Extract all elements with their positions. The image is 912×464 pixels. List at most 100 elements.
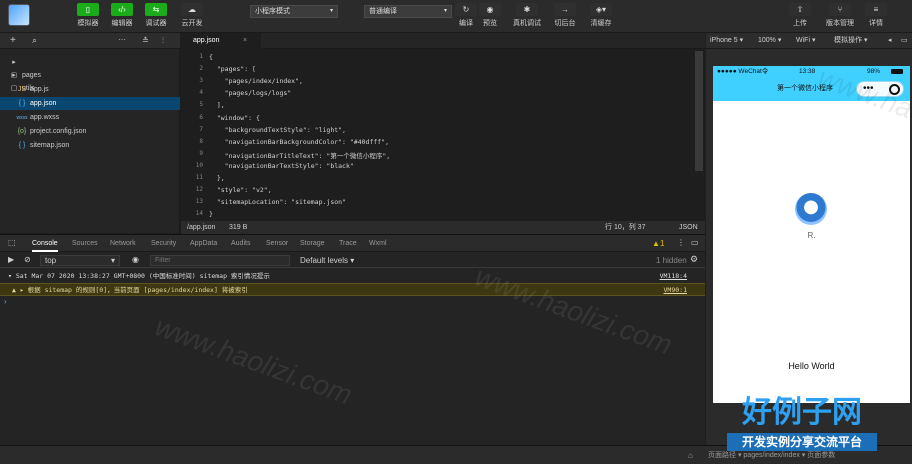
log-source-link[interactable]: VM90:1 — [664, 284, 687, 297]
tab-app-json[interactable]: app.json × — [181, 33, 261, 49]
dock-icon[interactable]: ▭ — [691, 238, 699, 247]
gear-icon[interactable]: ⚙ — [690, 254, 698, 265]
code-line[interactable]: }, — [209, 174, 225, 182]
console-log-row[interactable]: ▾ Sat Mar 07 2020 13:38:27 GMT+0800 (中国标… — [0, 270, 705, 283]
warning-icon[interactable]: ▲ — [652, 239, 660, 248]
file-item-app-wxss[interactable]: wxss app.wxss — [0, 111, 180, 124]
console-warning-row[interactable]: ▲ ▸ 根据 sitemap 的规则[0]，当前页面 [pages/index/… — [0, 283, 705, 296]
levels-select[interactable]: Default levels ▾ — [300, 256, 354, 265]
prompt-icon[interactable]: › — [4, 297, 7, 306]
tab-wxml[interactable]: Wxml — [369, 235, 387, 252]
cursor-position[interactable]: 行 10，列 37 — [605, 221, 645, 234]
volume-icon[interactable]: ◂ — [888, 33, 892, 49]
device-select[interactable]: iPhone 5 ▾ — [710, 33, 743, 49]
tab-security[interactable]: Security — [151, 235, 176, 252]
phone-screen[interactable]: ●●●●● WeChat令 13:38 98% 第一个微信小程序 ••• R. … — [713, 62, 912, 403]
tab-network[interactable]: Network — [110, 235, 136, 252]
devtools-panel: ⬚ Console Sources Network Security AppDa… — [0, 234, 705, 445]
more-icon[interactable]: ••• — [863, 77, 874, 101]
filter-input[interactable] — [150, 255, 290, 266]
hidden-count: 1 hidden — [656, 256, 687, 265]
file-item-project-config[interactable]: {o} project.config.json — [0, 125, 180, 138]
file-item-utils[interactable]: ▸ ▢ utils — [0, 69, 180, 92]
file-label: app.json — [29, 100, 57, 107]
context-select[interactable]: top ▾ — [40, 255, 120, 266]
add-icon[interactable]: + — [10, 35, 16, 46]
dock-icon[interactable]: ▭ — [901, 33, 908, 49]
code-line[interactable]: { — [209, 53, 213, 61]
tab-sensor[interactable]: Sensor — [266, 235, 288, 252]
button-label: 上传 — [793, 20, 807, 27]
code-icon: ‹/› — [111, 3, 133, 16]
more-icon[interactable]: ··· — [118, 35, 126, 44]
file-item-pages[interactable]: ▸ ▢ pages — [0, 56, 180, 79]
user-avatar[interactable] — [8, 4, 30, 26]
simulator-toggle-button[interactable]: ▯ 模拟器 — [70, 3, 106, 31]
branch-icon: ⑂ — [829, 3, 851, 16]
remote-debug-button[interactable]: ✱ 真机调试 — [509, 3, 545, 31]
sidebar-icon[interactable]: ▶ — [8, 255, 14, 264]
tab-sources[interactable]: Sources — [72, 235, 98, 252]
js-file-icon: JS — [17, 86, 27, 93]
editor-toggle-button[interactable]: ‹/› 编辑器 — [104, 3, 140, 31]
file-item-app-js[interactable]: JS app.js — [0, 83, 180, 96]
details-button[interactable]: ≡ 详情 — [858, 3, 894, 31]
tab-audits[interactable]: Audits — [231, 235, 250, 252]
code-line[interactable]: ], — [209, 101, 225, 109]
tab-storage[interactable]: Storage — [300, 235, 325, 252]
zoom-select[interactable]: 100% ▾ — [758, 33, 781, 49]
more-vertical-icon[interactable]: ⋮ — [677, 238, 685, 247]
compile-select[interactable]: 普通编译 ▾ — [364, 5, 452, 18]
mini-program-capsule[interactable]: ••• — [856, 81, 904, 97]
chevron-down-icon: ▾ — [443, 8, 447, 14]
location-icon[interactable]: ⌂ — [688, 446, 693, 464]
tab-appdata[interactable]: AppData — [190, 235, 217, 252]
upload-button[interactable]: ⇧ 上传 — [782, 3, 818, 31]
version-button[interactable]: ⑂ 版本管理 — [822, 3, 858, 31]
simulate-ops-select[interactable]: 模拟操作 ▾ — [834, 33, 867, 49]
nav-title: 第一个微信小程序 — [777, 85, 833, 92]
code-line[interactable]: "sitemapLocation": "sitemap.json" — [209, 198, 346, 206]
user-avatar[interactable] — [795, 193, 827, 225]
sort-icon[interactable]: ≛ — [142, 36, 149, 45]
line-number: 4 — [199, 89, 203, 97]
code-line[interactable]: } — [209, 210, 213, 218]
background-button[interactable]: → 切后台 — [547, 3, 583, 31]
code-line[interactable]: "pages/logs/logs" — [209, 89, 292, 97]
search-icon[interactable]: ⌕ — [32, 35, 37, 46]
code-line[interactable]: "window": { — [209, 114, 260, 122]
clear-cache-button[interactable]: ◈▾ 清缓存 — [583, 3, 619, 31]
debug-icon: ⇆ — [145, 3, 167, 16]
close-icon[interactable]: × — [243, 33, 247, 49]
code-line[interactable]: "navigationBarBackgroundColor": "#40dfff… — [209, 138, 389, 146]
file-item-app-json[interactable]: { } app.json — [0, 97, 180, 110]
collapse-icon[interactable]: ⫶ — [162, 36, 164, 46]
watermark: www.haolizi.com — [151, 310, 357, 411]
file-label: app.wxss — [29, 114, 60, 121]
code-line[interactable]: "backgroundTextStyle": "light", — [209, 126, 346, 134]
explorer-header: + ⌕ ··· ≛ ⫶ — [0, 33, 180, 49]
tab-trace[interactable]: Trace — [339, 235, 357, 252]
code-line[interactable]: "style": "v2", — [209, 186, 272, 194]
language-mode[interactable]: JSON — [679, 221, 698, 234]
code-line[interactable]: "navigationBarTitleText": "第一个微信小程序", — [209, 150, 391, 160]
code-line[interactable]: "pages/index/index", — [209, 77, 303, 85]
clear-icon[interactable]: ⊘ — [24, 255, 31, 264]
line-number: 2 — [199, 65, 203, 73]
eye-icon[interactable]: ◉ — [132, 255, 139, 264]
mode-select[interactable]: 小程序模式 ▾ — [250, 5, 338, 18]
network-select[interactable]: WiFi ▾ — [796, 33, 815, 49]
tab-console[interactable]: Console — [32, 235, 58, 252]
code-area[interactable]: 1 {2 "pages": [3 "pages/index/index", 4 "p… — [181, 51, 695, 221]
close-circle-icon[interactable] — [889, 84, 900, 95]
cloud-dev-button[interactable]: ☁ 云开发 — [174, 3, 210, 31]
debugger-toggle-button[interactable]: ⇆ 调试器 — [138, 3, 174, 31]
code-line[interactable]: "pages": [ — [209, 65, 256, 73]
scrollbar[interactable] — [695, 51, 703, 171]
preview-button[interactable]: ◉ 预览 — [472, 3, 508, 31]
code-editor[interactable]: app.json × 1 {2 "pages": [3 "pages/index/i… — [181, 33, 705, 233]
inspect-icon[interactable]: ⬚ — [8, 238, 16, 247]
code-line[interactable]: "navigationBarTextStyle": "black" — [209, 162, 354, 170]
file-item-sitemap[interactable]: { } sitemap.json — [0, 139, 180, 152]
log-source-link[interactable]: VM118:4 — [660, 270, 687, 283]
